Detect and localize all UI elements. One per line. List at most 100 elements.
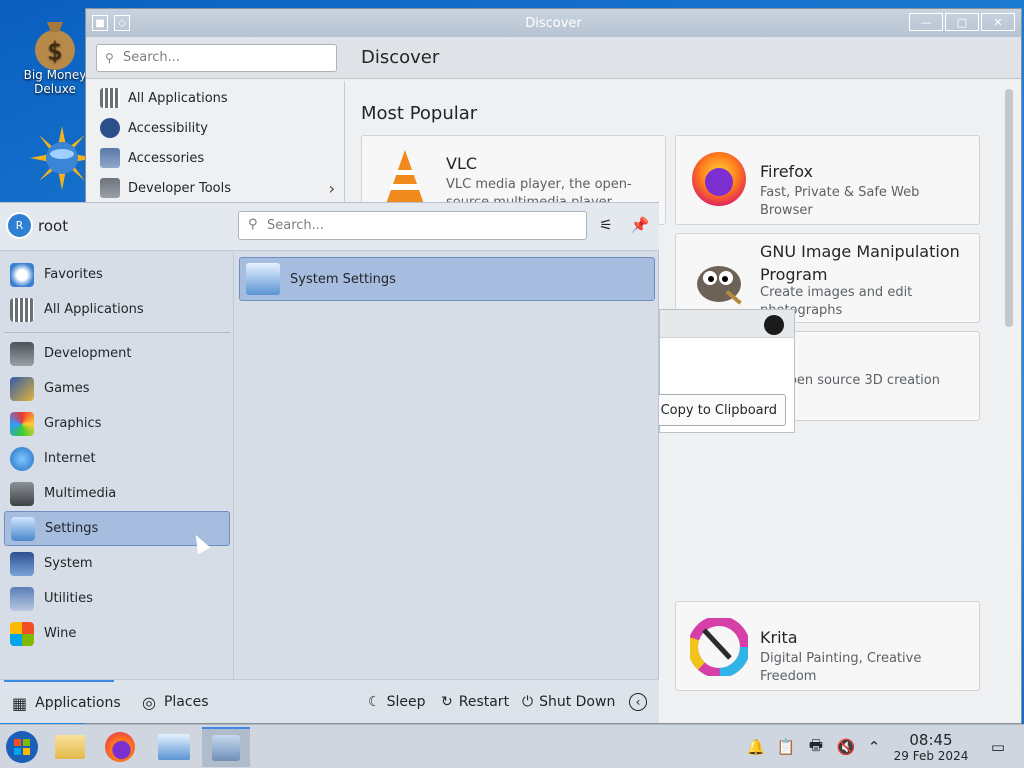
category-label: Development (44, 346, 132, 361)
category-label: All Applications (44, 302, 144, 317)
category-graphics[interactable]: Graphics (4, 406, 230, 441)
tab-label: Places (163, 694, 209, 710)
category-label: Games (44, 381, 90, 396)
search-icon: ⚲ (248, 217, 258, 232)
maximize-icon[interactable]: □ (945, 13, 979, 31)
clock-date: 29 Feb 2024 (893, 749, 969, 763)
system-settings-icon (158, 734, 190, 760)
category-internet[interactable]: Internet (4, 441, 230, 476)
sidebar-item-label: All Applications (128, 90, 228, 106)
firefox-icon (690, 150, 748, 208)
minimize-icon[interactable]: — (909, 13, 943, 31)
category-label: Favorites (44, 267, 103, 282)
button-label: Copy to Clipboard (660, 402, 777, 418)
accessibility-icon (100, 118, 120, 138)
app-card-krita[interactable]: Krita Digital Painting, Creative Freedom (675, 601, 980, 691)
favorites-icon (10, 262, 34, 287)
avatar-initial: R (15, 219, 24, 232)
page-title: Discover (361, 47, 440, 68)
svg-text:$: $ (47, 37, 62, 65)
configure-icon[interactable]: ⚟ (595, 214, 617, 236)
category-development[interactable]: Development (4, 336, 230, 371)
username: root (38, 217, 69, 235)
tab-places[interactable]: ◎ Places (142, 680, 208, 724)
app-name: Krita (760, 628, 798, 647)
shutdown-button[interactable]: ⏻ Shut Down (522, 691, 615, 713)
games-icon (10, 376, 34, 401)
sidebar-item-accessibility[interactable]: Accessibility (94, 113, 339, 143)
launcher-search-input[interactable]: ⚲ Search... (238, 211, 587, 240)
printer-icon[interactable]: 🖶 (806, 736, 826, 757)
sidebar-item-all-applications[interactable]: All Applications (94, 83, 339, 113)
pin-icon[interactable]: 📌 (629, 214, 651, 236)
button-label: Restart (458, 694, 510, 710)
discover-search-input[interactable]: ⚲ Search... (96, 44, 337, 72)
tab-label: Applications (35, 695, 121, 711)
sidebar-item-label: Accessibility (128, 120, 208, 136)
restart-button[interactable]: ↻ Restart (441, 691, 509, 713)
clipboard-icon[interactable]: 📋 (776, 737, 796, 757)
clock-time: 08:45 (909, 731, 953, 749)
more-options-button[interactable]: ‹ (629, 691, 647, 713)
category-wine[interactable]: Wine (4, 616, 230, 651)
taskbar-file-manager[interactable] (48, 727, 92, 767)
app-name: VLC (446, 154, 478, 173)
start-orb-icon (6, 731, 38, 763)
chevron-right-icon: › (328, 178, 335, 198)
close-icon[interactable] (764, 315, 784, 335)
taskbar-discover[interactable] (202, 727, 250, 767)
chevron-left-icon: ‹ (629, 693, 647, 711)
accessories-icon (100, 148, 120, 168)
category-utilities[interactable]: Utilities (4, 581, 230, 616)
start-menu-button[interactable] (0, 727, 44, 767)
result-label: System Settings (290, 271, 396, 287)
clock[interactable]: 08:45 29 Feb 2024 (888, 731, 974, 763)
compass-icon: ◎ (142, 692, 156, 712)
volume-muted-icon[interactable]: 🔇 (836, 737, 856, 757)
sidebar-item-developer-tools[interactable]: Developer Tools › (94, 173, 339, 203)
category-label: Wine (44, 626, 77, 641)
money-bag-icon: $ (30, 14, 80, 70)
category-favorites[interactable]: Favorites (4, 257, 230, 292)
category-all-applications[interactable]: All Applications (4, 292, 230, 327)
settings-icon (11, 516, 35, 541)
scrollbar[interactable] (1005, 89, 1013, 327)
show-desktop-icon[interactable]: ▭ (988, 737, 1008, 757)
taskbar: 🔔 📋 🖶 🔇 ⌃ 08:45 29 Feb 2024 ▭ (0, 724, 1024, 768)
multimedia-icon (10, 481, 34, 506)
copy-to-clipboard-button[interactable]: Copy to Clipboard (656, 394, 786, 426)
taskbar-system-settings[interactable] (152, 727, 196, 767)
avatar[interactable]: R (6, 212, 33, 239)
system-settings-icon (246, 263, 280, 295)
all-apps-icon (100, 88, 120, 108)
category-label: Settings (45, 521, 99, 536)
search-placeholder: Search... (123, 50, 181, 65)
folder-icon (55, 735, 85, 759)
divider (4, 332, 230, 333)
graphics-icon (10, 411, 34, 436)
category-games[interactable]: Games (4, 371, 230, 406)
section-title: Most Popular (361, 103, 478, 124)
sidebar-item-accessories[interactable]: Accessories (94, 143, 339, 173)
firefox-icon (105, 732, 135, 762)
internet-icon (10, 446, 34, 471)
info-dialog: Copy to Clipboard (656, 309, 795, 433)
app-description: Fast, Private & Safe Web Browser (760, 185, 920, 218)
close-icon[interactable]: ✕ (981, 13, 1015, 31)
result-system-settings[interactable]: System Settings (239, 257, 655, 301)
search-placeholder: Search... (267, 218, 325, 233)
taskbar-firefox[interactable] (98, 727, 142, 767)
window-controls: — □ ✕ (909, 13, 1015, 31)
button-label: Shut Down (539, 694, 616, 710)
category-multimedia[interactable]: Multimedia (4, 476, 230, 511)
app-card-firefox[interactable]: Firefox Fast, Private & Safe Web Browser (675, 135, 980, 225)
chevron-up-icon[interactable]: ⌃ (864, 737, 884, 757)
app-name: GNU Image Manipulation Program (760, 242, 960, 284)
notifications-icon[interactable]: 🔔 (746, 737, 766, 757)
system-icon (10, 551, 34, 576)
tab-applications[interactable]: ▦ Applications (4, 680, 121, 724)
development-icon (10, 341, 34, 366)
sleep-button[interactable]: ☾ Sleep (368, 691, 425, 713)
sidebar-item-label: Developer Tools (128, 180, 232, 196)
app-description: Digital Painting, Creative Freedom (760, 651, 922, 684)
